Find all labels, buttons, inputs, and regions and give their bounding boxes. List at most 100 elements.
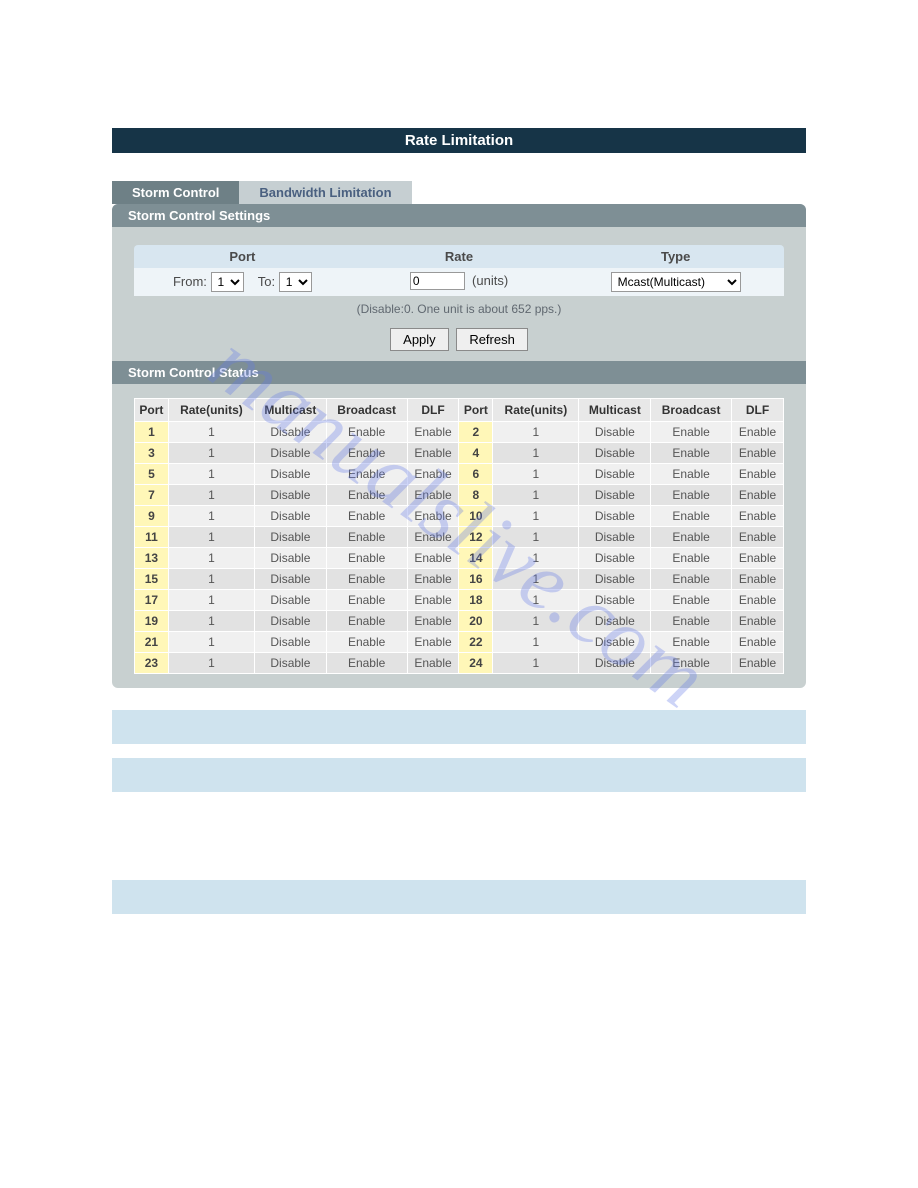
broadcast-cell: Enable (651, 527, 732, 548)
rate-unit: (units) (472, 273, 508, 288)
table-row: 31DisableEnableEnable41DisableEnableEnab… (135, 443, 784, 464)
multicast-cell: Disable (255, 485, 327, 506)
to-select[interactable]: 1 (279, 272, 312, 292)
status-box: PortRate(units)MulticastBroadcastDLFPort… (134, 398, 784, 674)
multicast-cell: Disable (579, 632, 651, 653)
port-cell: 23 (135, 653, 169, 674)
table-row: 131DisableEnableEnable141DisableEnableEn… (135, 548, 784, 569)
multicast-cell: Disable (255, 527, 327, 548)
broadcast-cell: Enable (326, 569, 407, 590)
rate-cell: 1 (493, 485, 579, 506)
main-panel: Storm Control Settings Port Rate Type Fr… (112, 204, 806, 688)
port-cell: 22 (459, 632, 493, 653)
table-row: 11DisableEnableEnable21DisableEnableEnab… (135, 422, 784, 443)
rate-cell: 1 (493, 632, 579, 653)
broadcast-cell: Enable (651, 590, 732, 611)
rate-cell: 1 (493, 611, 579, 632)
dlf-cell: Enable (407, 485, 459, 506)
status-col-broadcast: Broadcast (651, 399, 732, 422)
port-cell: 15 (135, 569, 169, 590)
multicast-cell: Disable (579, 611, 651, 632)
dlf-cell: Enable (407, 590, 459, 611)
apply-button[interactable]: Apply (390, 328, 449, 351)
from-label: From: (173, 274, 207, 289)
broadcast-cell: Enable (651, 422, 732, 443)
page-title: Rate Limitation (112, 128, 806, 153)
broadcast-cell: Enable (326, 611, 407, 632)
dlf-cell: Enable (407, 548, 459, 569)
table-row: 191DisableEnableEnable201DisableEnableEn… (135, 611, 784, 632)
dlf-cell: Enable (407, 443, 459, 464)
type-column-label: Type (567, 245, 784, 268)
multicast-cell: Disable (255, 548, 327, 569)
dlf-cell: Enable (732, 443, 784, 464)
multicast-cell: Disable (255, 632, 327, 653)
tab-storm-control[interactable]: Storm Control (112, 181, 239, 204)
dlf-cell: Enable (732, 632, 784, 653)
rate-cell: 1 (168, 422, 254, 443)
dlf-cell: Enable (732, 422, 784, 443)
blue-bar (112, 758, 806, 792)
dlf-cell: Enable (407, 527, 459, 548)
port-cell: 2 (459, 422, 493, 443)
broadcast-cell: Enable (651, 569, 732, 590)
dlf-cell: Enable (732, 548, 784, 569)
rate-cell: 1 (168, 590, 254, 611)
rate-cell: 1 (493, 590, 579, 611)
status-col-port: Port (135, 399, 169, 422)
type-select[interactable]: Mcast(Multicast) (611, 272, 741, 292)
port-cell: 8 (459, 485, 493, 506)
dlf-cell: Enable (407, 569, 459, 590)
multicast-cell: Disable (579, 443, 651, 464)
dlf-cell: Enable (407, 422, 459, 443)
rate-input[interactable] (410, 272, 465, 290)
broadcast-cell: Enable (326, 485, 407, 506)
dlf-cell: Enable (407, 506, 459, 527)
status-col-broadcast: Broadcast (326, 399, 407, 422)
broadcast-cell: Enable (326, 548, 407, 569)
broadcast-cell: Enable (651, 464, 732, 485)
rate-cell: 1 (493, 443, 579, 464)
port-cell: 19 (135, 611, 169, 632)
refresh-button[interactable]: Refresh (456, 328, 528, 351)
dlf-cell: Enable (407, 464, 459, 485)
status-col-multicast: Multicast (579, 399, 651, 422)
multicast-cell: Disable (255, 569, 327, 590)
status-col-dlf: DLF (732, 399, 784, 422)
multicast-cell: Disable (579, 653, 651, 674)
port-cell: 11 (135, 527, 169, 548)
blue-bar (112, 880, 806, 914)
dlf-cell: Enable (732, 653, 784, 674)
multicast-cell: Disable (579, 485, 651, 506)
port-cell: 24 (459, 653, 493, 674)
broadcast-cell: Enable (326, 632, 407, 653)
status-col-dlf: DLF (407, 399, 459, 422)
from-select[interactable]: 1 (211, 272, 244, 292)
broadcast-cell: Enable (326, 464, 407, 485)
rate-column-label: Rate (351, 245, 568, 268)
broadcast-cell: Enable (651, 632, 732, 653)
multicast-cell: Disable (579, 422, 651, 443)
broadcast-cell: Enable (651, 611, 732, 632)
dlf-cell: Enable (732, 506, 784, 527)
broadcast-cell: Enable (651, 548, 732, 569)
multicast-cell: Disable (579, 569, 651, 590)
blue-bar (112, 710, 806, 744)
multicast-cell: Disable (579, 464, 651, 485)
dlf-cell: Enable (732, 464, 784, 485)
dlf-cell: Enable (732, 590, 784, 611)
broadcast-cell: Enable (651, 443, 732, 464)
table-row: 211DisableEnableEnable221DisableEnableEn… (135, 632, 784, 653)
tab-bandwidth-limitation[interactable]: Bandwidth Limitation (239, 181, 411, 204)
port-cell: 10 (459, 506, 493, 527)
multicast-cell: Disable (579, 506, 651, 527)
broadcast-cell: Enable (326, 506, 407, 527)
multicast-cell: Disable (255, 653, 327, 674)
rate-cell: 1 (168, 548, 254, 569)
table-row: 111DisableEnableEnable121DisableEnableEn… (135, 527, 784, 548)
rate-cell: 1 (168, 485, 254, 506)
broadcast-cell: Enable (326, 590, 407, 611)
port-cell: 21 (135, 632, 169, 653)
rate-cell: 1 (168, 611, 254, 632)
port-cell: 18 (459, 590, 493, 611)
